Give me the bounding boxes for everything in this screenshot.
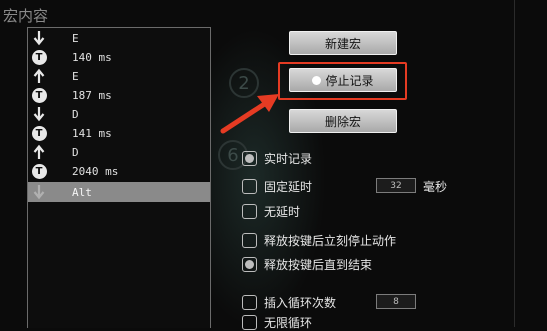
release-until-end-radio[interactable] [242,256,257,272]
list-item-text: 2040 ms [72,164,119,178]
realtime-record-radio[interactable] [242,150,257,166]
list-item-text: E [72,69,79,83]
loop-count-label: 插入循环次数 [264,295,337,310]
timer-badge: T [31,49,47,65]
delay-unit-label: 毫秒 [423,180,448,194]
stop-record-button[interactable]: 停止记录 [289,68,397,92]
timer-icon: T [29,161,49,181]
release-until-end-label: 释放按键后直到结束 [264,257,373,272]
fixed-delay-input[interactable]: 32 [376,178,416,193]
list-item-text: E [72,31,79,45]
list-item-text: 187 ms [72,88,112,102]
infinite-loop-option[interactable]: 无限循环 [242,313,312,331]
list-item-text: Alt [72,185,92,199]
up-arrow-icon [29,66,49,86]
timer-badge: T [31,125,47,141]
down-arrow-icon [29,104,49,124]
up-arrow-icon [29,142,49,162]
list-item[interactable]: T 187 ms [28,85,210,105]
delete-macro-button[interactable]: 删除宏 [289,109,397,133]
background-number: 2 [229,68,259,98]
list-item-text: D [72,107,79,121]
timer-badge: T [31,163,47,179]
timer-badge: T [31,87,47,103]
list-item[interactable]: E [28,66,210,86]
section-title: 宏内容 [3,7,49,25]
no-delay-label: 无延时 [264,204,301,219]
record-dot-icon [312,75,322,85]
list-item-text: 140 ms [72,50,112,64]
fixed-delay-option[interactable]: 固定延时 [242,177,312,195]
list-item-selected[interactable]: Alt [28,182,210,202]
timer-icon: T [29,47,49,67]
no-delay-option[interactable]: 无延时 [242,202,300,220]
list-item[interactable]: T 141 ms [28,123,210,143]
macro-list[interactable]: E T 140 ms E T 187 ms D T 141 ms D T 204… [27,27,211,328]
list-item-text: 141 ms [72,126,112,140]
release-stop-option[interactable]: 释放按键后立刻停止动作 [242,231,396,249]
loop-count-checkbox[interactable] [242,294,257,310]
list-item[interactable]: T 140 ms [28,47,210,67]
new-macro-button[interactable]: 新建宏 [289,31,397,55]
stop-record-label: 停止记录 [325,73,374,88]
release-stop-checkbox[interactable] [242,232,257,248]
infinite-loop-label: 无限循环 [264,315,313,330]
timer-icon: T [29,123,49,143]
realtime-record-label: 实时记录 [264,151,313,166]
release-stop-label: 释放按键后立刻停止动作 [264,233,397,248]
down-arrow-icon [29,28,49,48]
down-arrow-icon [29,182,49,202]
no-delay-checkbox[interactable] [242,203,257,219]
loop-count-option[interactable]: 插入循环次数 [242,293,336,311]
fixed-delay-checkbox[interactable] [242,178,257,194]
release-until-end-option[interactable]: 释放按键后直到结束 [242,255,372,273]
realtime-record-option[interactable]: 实时记录 [242,149,312,167]
list-item[interactable]: D [28,104,210,124]
loop-count-input[interactable]: 8 [376,294,416,309]
list-item[interactable]: T 2040 ms [28,161,210,181]
list-item-text: D [72,145,79,159]
list-item[interactable]: D [28,142,210,162]
list-item[interactable]: E [28,28,210,48]
fixed-delay-label: 固定延时 [264,179,313,194]
panel-divider [514,0,515,327]
infinite-loop-checkbox[interactable] [242,314,257,330]
timer-icon: T [29,85,49,105]
